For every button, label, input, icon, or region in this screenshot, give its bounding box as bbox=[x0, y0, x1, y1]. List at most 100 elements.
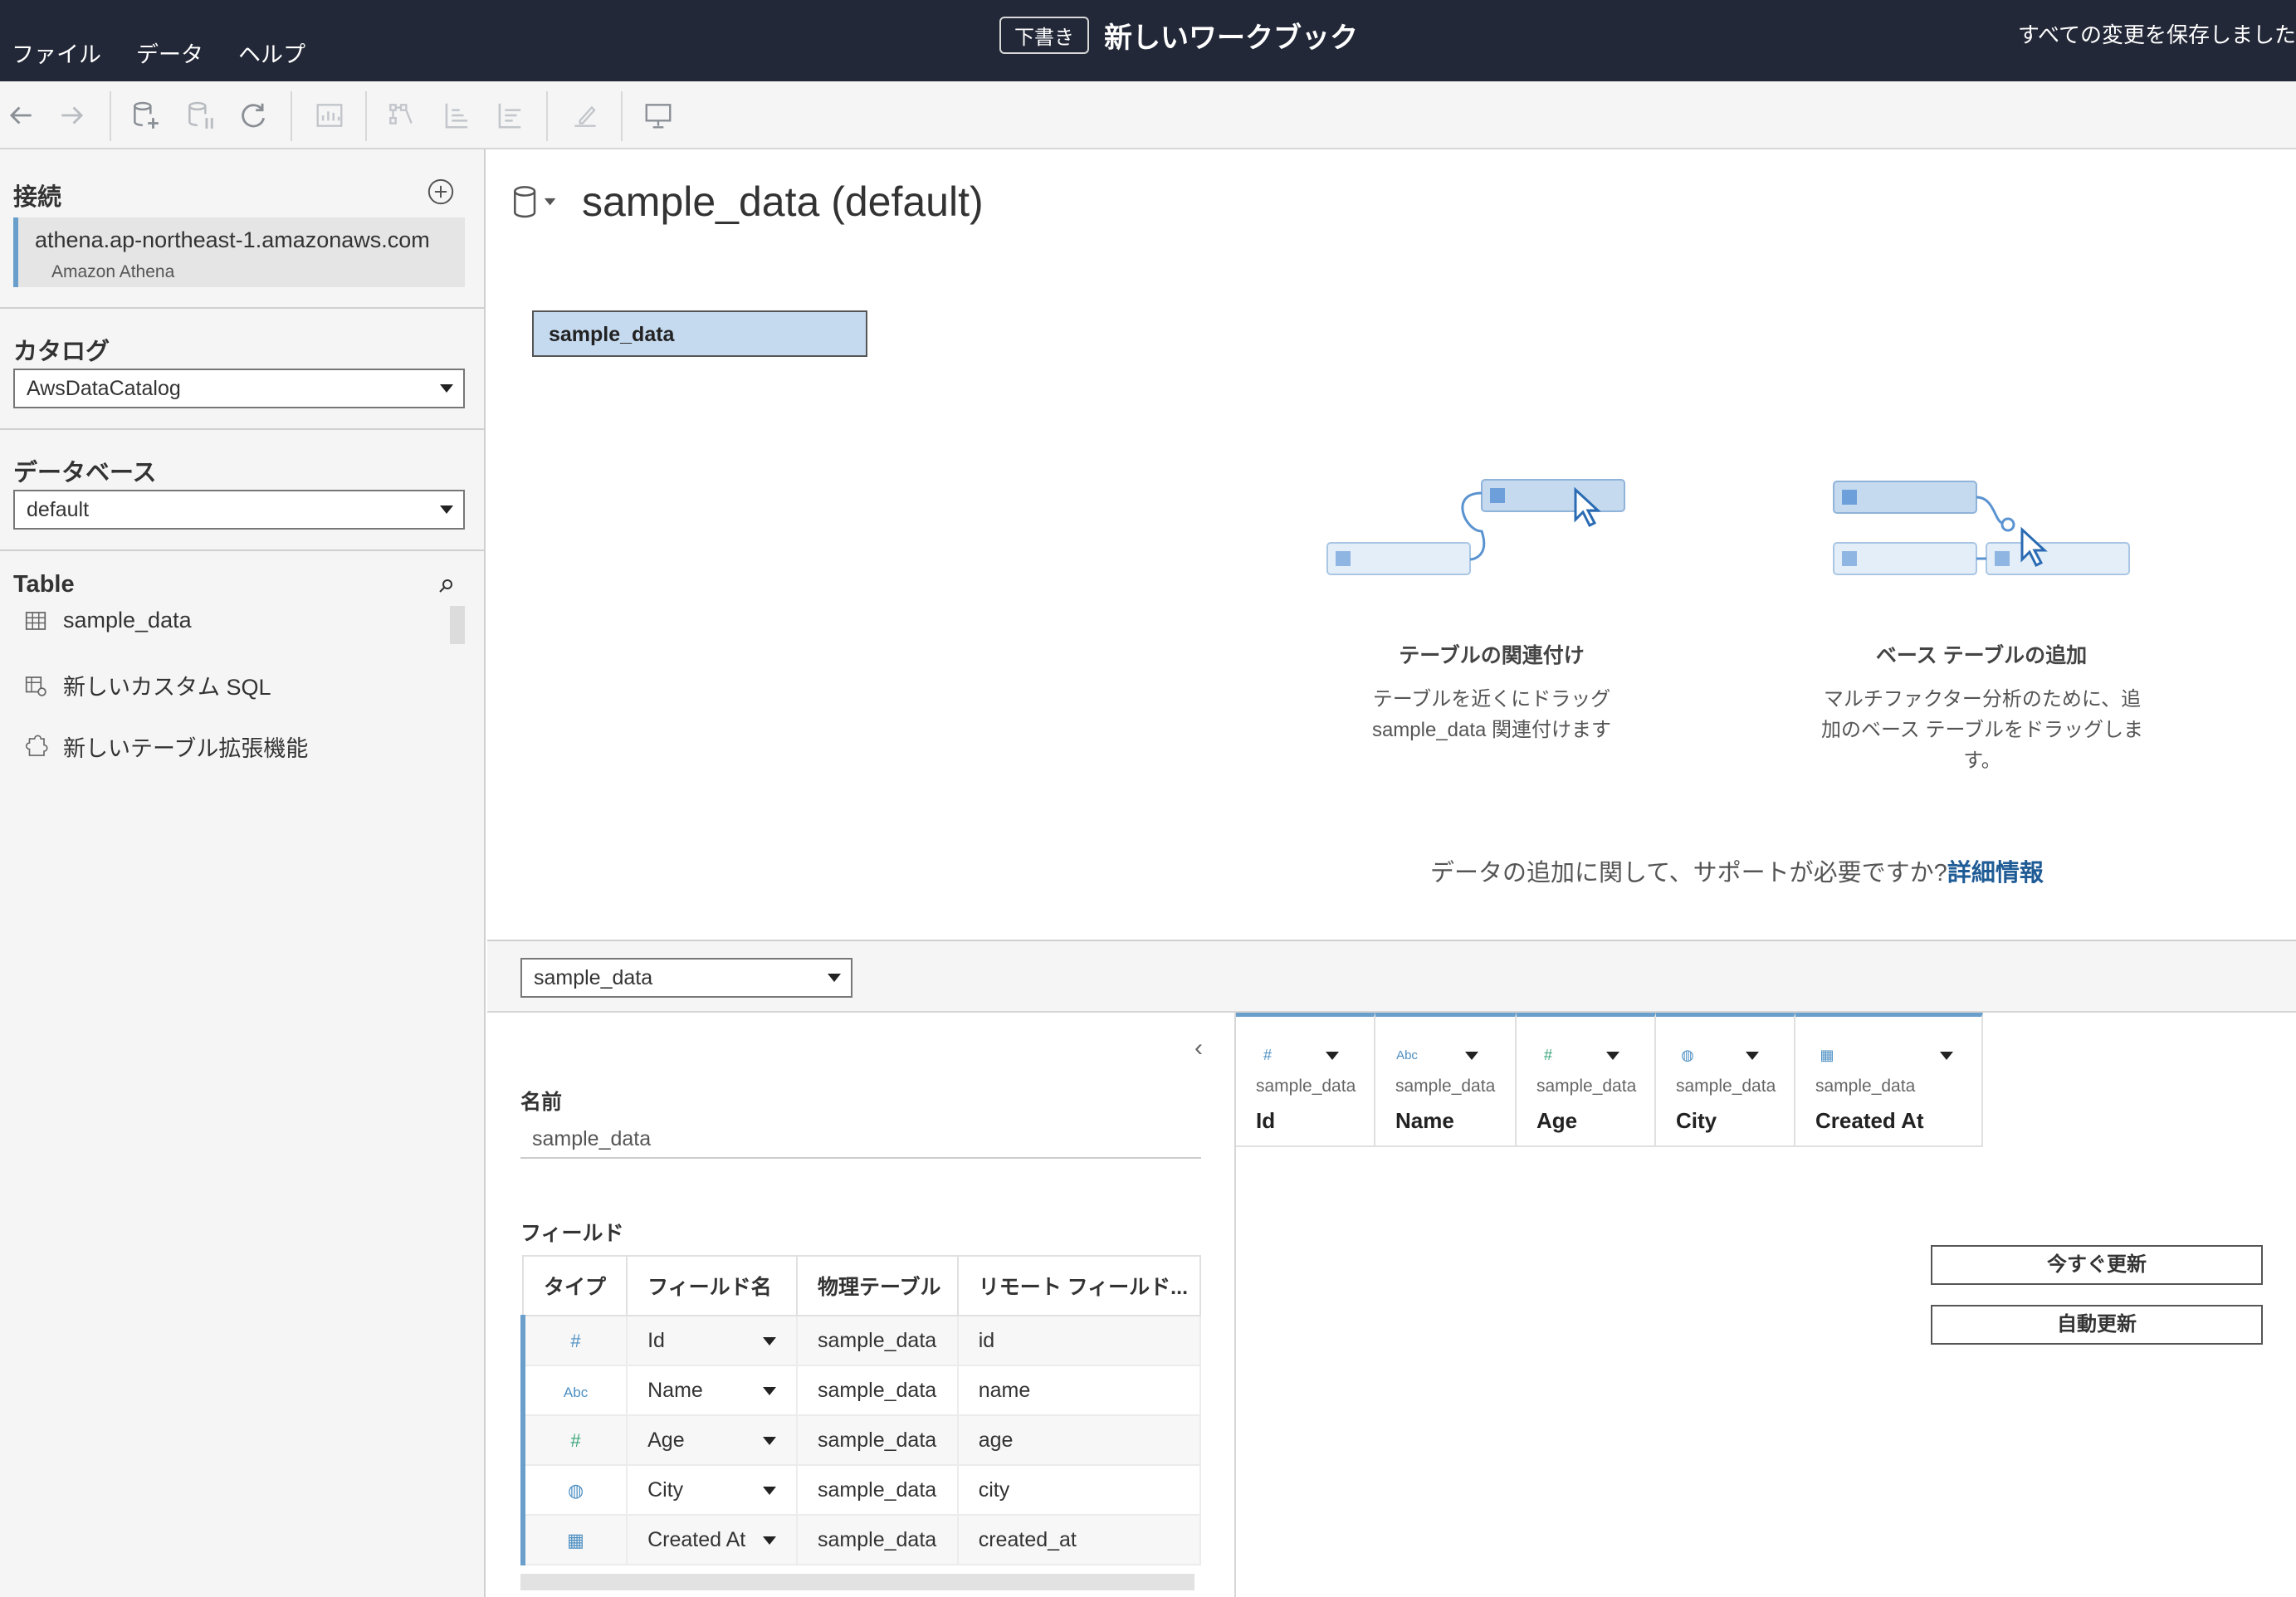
field-name[interactable]: City bbox=[647, 1478, 683, 1502]
table-row[interactable]: ◍ City sample_data city bbox=[520, 1464, 1202, 1516]
connection-item[interactable]: athena.ap-northeast-1.amazonaws.com Amaz… bbox=[13, 217, 465, 287]
update-now-button[interactable]: 今すぐ更新 bbox=[1931, 1245, 2263, 1285]
field-name[interactable]: Age bbox=[647, 1429, 684, 1452]
chevron-down-icon[interactable] bbox=[1746, 1052, 1759, 1060]
col-header-type[interactable]: タイプ bbox=[521, 1255, 628, 1316]
column-name[interactable]: Age bbox=[1536, 1108, 1577, 1134]
column-name[interactable]: Id bbox=[1256, 1108, 1275, 1134]
highlight-button[interactable] bbox=[568, 98, 603, 133]
menu-bar: ファイル データ ヘルプ bbox=[12, 37, 305, 69]
title-wrap: 下書き 新しいワークブック bbox=[999, 15, 1358, 56]
data-source-canvas: sample_data (default) sample_data テーブルの関… bbox=[487, 149, 2296, 940]
fields-header-row: タイプ フィールド名 物理テーブル リモート フィールド... bbox=[521, 1255, 1202, 1316]
left-sidebar: 接続 athena.ap-northeast-1.amazonaws.com A… bbox=[0, 149, 486, 1597]
table-row[interactable]: # Id sample_data id bbox=[520, 1315, 1202, 1366]
hint-base-table-title: ベース テーブルの追加 bbox=[1875, 644, 2088, 667]
number-icon[interactable]: # bbox=[570, 1430, 580, 1451]
table-name-field[interactable]: sample_data bbox=[520, 1121, 1201, 1159]
col-header-remote-field[interactable]: リモート フィールド... bbox=[956, 1255, 1202, 1316]
column-name[interactable]: Name bbox=[1395, 1108, 1454, 1134]
sort-ascending-button[interactable] bbox=[438, 98, 473, 133]
refresh-button[interactable] bbox=[236, 98, 271, 133]
fields-label: フィールド bbox=[520, 1222, 624, 1245]
col-header-physical-table[interactable]: 物理テーブル bbox=[796, 1255, 959, 1316]
grid-column-city[interactable]: ◍ sample_data City bbox=[1656, 1013, 1795, 1147]
table-select[interactable]: sample_data bbox=[520, 958, 852, 998]
remote-field: id bbox=[956, 1315, 1202, 1366]
physical-table: sample_data bbox=[796, 1365, 959, 1416]
chevron-down-icon[interactable] bbox=[1465, 1052, 1478, 1060]
table-row[interactable]: ▦ Created At sample_data created_at bbox=[520, 1514, 1202, 1565]
help-text: データの追加に関して、サポートが必要ですか?詳細情報 bbox=[1430, 853, 2044, 888]
menu-file[interactable]: ファイル bbox=[12, 37, 101, 69]
table-row[interactable]: Abc Name sample_data name bbox=[520, 1365, 1202, 1416]
column-name[interactable]: Created At bbox=[1815, 1108, 1924, 1134]
field-name[interactable]: Created At bbox=[647, 1528, 745, 1551]
chevron-down-icon[interactable] bbox=[1940, 1052, 1953, 1060]
horizontal-scrollbar[interactable] bbox=[520, 1574, 1194, 1590]
chevron-down-icon[interactable] bbox=[1606, 1052, 1619, 1060]
sidebar-item-custom-sql[interactable]: 新しいカスタム SQL bbox=[23, 669, 271, 701]
calendar-icon[interactable]: ▦ bbox=[567, 1530, 584, 1551]
chevron-down-icon[interactable] bbox=[763, 1387, 777, 1395]
auto-update-button[interactable]: 自動更新 bbox=[1931, 1305, 2263, 1345]
number-icon[interactable]: # bbox=[1256, 1043, 1279, 1067]
string-icon[interactable]: Abc bbox=[1395, 1043, 1419, 1067]
grid-column-id[interactable]: # sample_data Id bbox=[1236, 1013, 1375, 1147]
hint-base-table-desc: マルチファクター分析のために、追 加のベース テーブルをドラッグしま す。 bbox=[1804, 684, 2161, 776]
group-button[interactable] bbox=[383, 98, 418, 133]
menu-data[interactable]: データ bbox=[136, 37, 203, 69]
globe-icon[interactable]: ◍ bbox=[568, 1480, 584, 1501]
chevron-down-icon[interactable] bbox=[1326, 1052, 1339, 1060]
column-source: sample_data bbox=[1536, 1077, 1637, 1096]
sidebar-item-sample-data[interactable]: sample_data bbox=[23, 608, 192, 633]
datasource-title[interactable]: sample_data (default) bbox=[582, 178, 984, 226]
chevron-down-icon[interactable] bbox=[763, 1337, 777, 1345]
database-select[interactable]: default bbox=[13, 490, 465, 530]
number-icon[interactable]: # bbox=[570, 1331, 580, 1351]
chevron-down-icon bbox=[828, 974, 841, 982]
learn-more-link[interactable]: 詳細情報 bbox=[1947, 860, 2044, 886]
sidebar-item-table-extension[interactable]: 新しいテーブル拡張機能 bbox=[23, 730, 308, 763]
field-name[interactable]: Name bbox=[647, 1379, 703, 1402]
number-icon[interactable]: # bbox=[1536, 1043, 1560, 1067]
string-icon[interactable]: Abc bbox=[564, 1385, 588, 1400]
hint-relate-desc: テーブルを近くにドラッグ sample_data 関連付けます bbox=[1309, 684, 1674, 745]
name-label: 名前 bbox=[520, 1091, 563, 1114]
sidebar-scrollbar[interactable] bbox=[450, 606, 465, 644]
workbook-title[interactable]: 新しいワークブック bbox=[1104, 15, 1358, 56]
sort-descending-button[interactable] bbox=[491, 98, 526, 133]
undo-button[interactable] bbox=[3, 98, 38, 133]
column-name[interactable]: City bbox=[1676, 1108, 1717, 1134]
menu-help[interactable]: ヘルプ bbox=[238, 37, 305, 69]
show-me-button[interactable] bbox=[312, 98, 347, 133]
arrow-right-icon bbox=[61, 106, 84, 125]
pause-updates-button[interactable] bbox=[183, 98, 217, 133]
add-base-table-illustration bbox=[1833, 481, 2130, 575]
database-value: default bbox=[27, 498, 90, 521]
chevron-down-icon[interactable] bbox=[763, 1487, 777, 1495]
database-icon[interactable] bbox=[510, 184, 559, 221]
chevron-down-icon[interactable] bbox=[763, 1536, 777, 1545]
new-datasource-button[interactable] bbox=[128, 98, 163, 133]
presentation-button[interactable] bbox=[641, 98, 676, 133]
grid-column-age[interactable]: # sample_data Age bbox=[1517, 1013, 1656, 1147]
redo-button[interactable] bbox=[55, 98, 90, 133]
column-source: sample_data bbox=[1815, 1077, 1916, 1096]
col-header-field-name[interactable]: フィールド名 bbox=[626, 1255, 799, 1316]
add-connection-icon[interactable] bbox=[427, 178, 455, 206]
canvas-table-sample-data[interactable]: sample_data bbox=[532, 310, 867, 357]
grid-column-name[interactable]: Abc sample_data Name bbox=[1375, 1013, 1517, 1147]
calendar-icon[interactable]: ▦ bbox=[1815, 1043, 1839, 1067]
field-name[interactable]: Id bbox=[647, 1329, 665, 1352]
extension-icon bbox=[25, 734, 48, 756]
database-add-icon bbox=[134, 101, 159, 129]
table-row[interactable]: # Age sample_data age bbox=[520, 1414, 1202, 1466]
collapse-pane-button[interactable]: ‹ bbox=[1194, 1034, 1203, 1062]
chevron-down-icon[interactable] bbox=[763, 1437, 777, 1445]
grid-column-created-at[interactable]: ▦ sample_data Created At bbox=[1795, 1013, 1983, 1147]
group-icon bbox=[389, 104, 413, 125]
search-icon[interactable] bbox=[437, 576, 457, 596]
globe-icon[interactable]: ◍ bbox=[1676, 1043, 1699, 1067]
catalog-select[interactable]: AwsDataCatalog bbox=[13, 369, 465, 408]
